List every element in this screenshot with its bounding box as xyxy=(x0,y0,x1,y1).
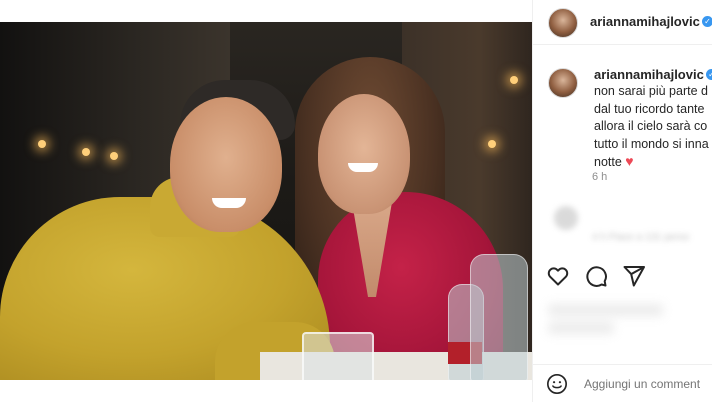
background-light xyxy=(488,140,496,148)
heart-outline-icon[interactable] xyxy=(546,264,570,288)
woman-face xyxy=(318,94,410,214)
caption-timestamp[interactable]: 6 h xyxy=(592,171,607,183)
action-bar xyxy=(546,264,646,288)
verified-badge-icon: ✓ xyxy=(706,69,712,80)
background-light xyxy=(510,76,518,84)
red-heart-icon: ♥ xyxy=(625,153,634,169)
paper-plane-icon[interactable] xyxy=(622,264,646,288)
post-photo[interactable] xyxy=(0,22,532,380)
caption-line: dal tuo ricordo tante xyxy=(594,101,705,116)
caption-username[interactable]: ariannamihajlovic xyxy=(594,67,704,82)
author-avatar[interactable] xyxy=(548,8,578,38)
water-glass xyxy=(302,332,374,380)
add-comment-row xyxy=(532,364,712,403)
caption-line: tutto il mondo si inna xyxy=(594,136,709,151)
background-light xyxy=(110,152,118,160)
caption-avatar[interactable] xyxy=(548,68,578,98)
comment-icon[interactable] xyxy=(584,264,608,288)
blurred-likes xyxy=(548,298,712,358)
caption-text: non sarai più parte d dal tuo ricordo ta… xyxy=(594,83,709,172)
man-face xyxy=(170,97,282,232)
author-username[interactable]: ariannamihajlovic xyxy=(590,14,700,29)
verified-badge-icon: ✓ xyxy=(702,16,712,27)
emoji-smile-icon[interactable] xyxy=(546,373,568,395)
caption-line: allora il cielo sarà co xyxy=(594,119,708,133)
header-divider xyxy=(532,44,712,45)
caption-line-last: notte ♥ xyxy=(594,153,709,172)
caption-line: notte xyxy=(594,155,622,169)
blurred-comment: 4 h Piace a 131 perso xyxy=(548,200,712,250)
comment-input[interactable] xyxy=(582,376,712,392)
background-light xyxy=(38,140,46,148)
comment-avatar xyxy=(554,206,578,230)
man-smile xyxy=(212,198,246,208)
bottle-large xyxy=(470,254,528,380)
caption-line: non sarai più parte d xyxy=(594,84,708,98)
background-light xyxy=(82,148,90,156)
comment-meta: 4 h Piace a 131 perso xyxy=(592,232,690,243)
woman-smile xyxy=(348,163,378,172)
